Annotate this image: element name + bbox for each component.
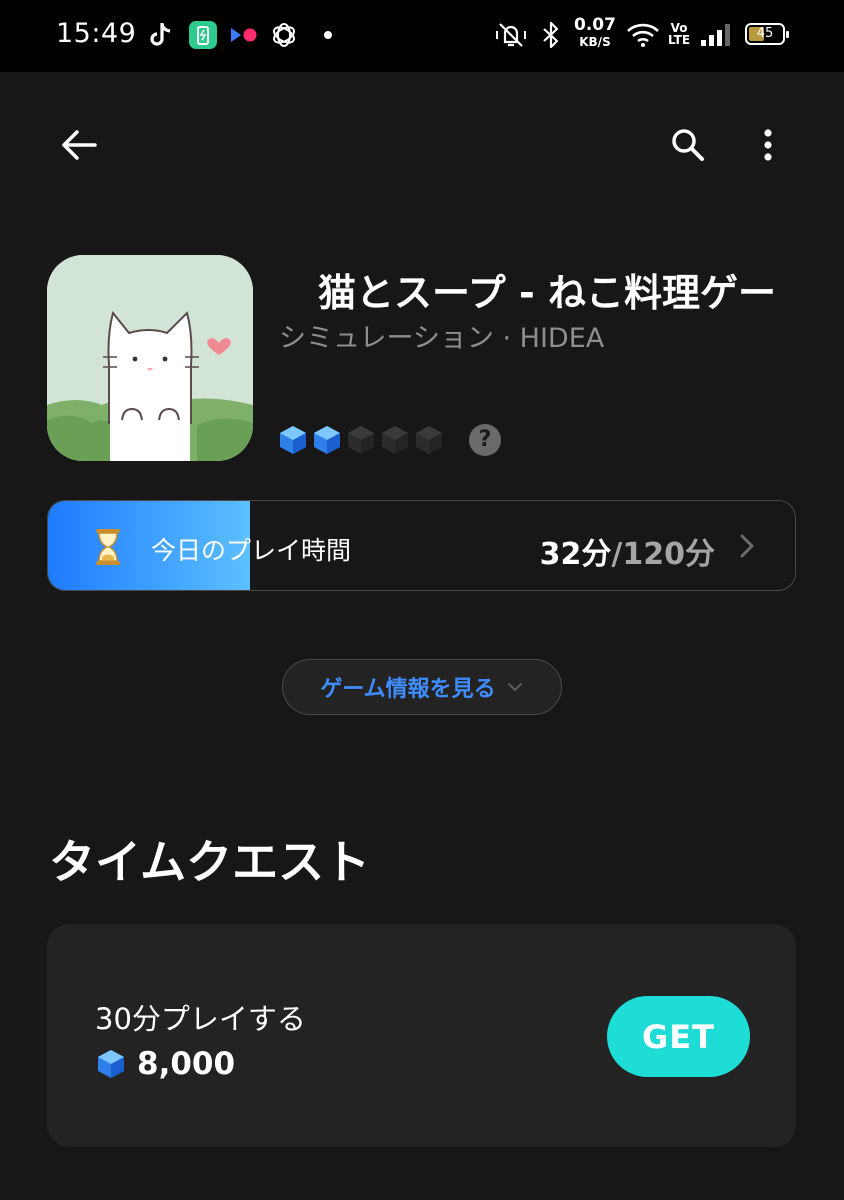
chatgpt-icon — [273, 23, 295, 47]
network-speed: 0.07 KB/S — [574, 17, 616, 51]
play-time-separator: / — [611, 537, 623, 572]
battery-tip — [786, 31, 789, 38]
volte-indicator: Vo LTE — [668, 22, 690, 46]
play-time-total: 120分 — [622, 537, 715, 572]
tiktok-icon — [150, 23, 171, 46]
battery-saver-app-icon — [189, 21, 217, 49]
more-options-button[interactable] — [738, 115, 798, 175]
quest-name: 30分プレイする — [95, 1002, 306, 1036]
game-info-button[interactable]: ゲーム情報を見る — [282, 659, 562, 715]
gem-filled-icon — [280, 426, 306, 454]
more-vertical-icon — [764, 129, 772, 161]
app-icon — [47, 255, 253, 461]
notification-dot-icon — [324, 31, 332, 39]
gem-filled-icon — [314, 426, 340, 454]
back-button[interactable] — [49, 115, 109, 175]
gem-icon — [98, 1050, 124, 1078]
section-title: タイムクエスト — [49, 835, 371, 889]
wifi-icon — [627, 23, 659, 47]
search-button[interactable] — [658, 115, 718, 175]
gem-empty-icon — [416, 426, 442, 454]
play-time-label: 今日のプレイ時間 — [151, 536, 352, 565]
arrow-left-icon — [62, 130, 97, 160]
battery-percent: 45 — [756, 26, 774, 41]
play-time-bar[interactable]: 今日のプレイ時間 32分/120分 — [47, 500, 796, 591]
get-reward-button[interactable]: GET — [607, 996, 750, 1077]
gem-rating — [276, 422, 446, 458]
play-time-current: 32分 — [539, 537, 612, 572]
chevron-down-icon — [507, 683, 522, 691]
bluetooth-icon — [543, 21, 559, 49]
quest-card: 30分プレイする 8,000 GET — [47, 924, 796, 1147]
media-app-icon — [231, 28, 257, 42]
network-speed-value: 0.07 — [574, 15, 616, 35]
cat-soup-app-artwork — [47, 255, 253, 461]
gem-empty-icon — [382, 426, 408, 454]
game-info-label: ゲーム情報を見る — [320, 677, 496, 702]
battery-indicator: 45 — [745, 23, 789, 45]
app-subtitle: シミュレーション · HIDEA — [279, 323, 605, 354]
status-time: 15:49 — [56, 18, 137, 49]
app-title: 猫とスープ - ねこ料理ゲー — [318, 271, 776, 315]
quest-reward: 8,000 — [95, 1046, 235, 1082]
signal-strength-icon — [701, 24, 730, 46]
volte-bottom-text: LTE — [668, 33, 691, 47]
play-time-value: 32分/120分 — [540, 529, 715, 573]
gem-empty-icon — [348, 426, 374, 454]
chevron-right-icon — [740, 534, 754, 558]
help-button[interactable]: ? — [469, 424, 501, 456]
quest-reward-amount: 8,000 — [137, 1046, 236, 1082]
search-icon — [672, 129, 704, 161]
hourglass-icon — [96, 529, 120, 565]
help-icon: ? — [478, 427, 492, 452]
status-bar: 15:49 0.07 KB/S Vo LTE 45 — [0, 0, 844, 72]
silent-bell-icon — [496, 23, 526, 47]
network-speed-unit: KB/S — [579, 35, 611, 49]
